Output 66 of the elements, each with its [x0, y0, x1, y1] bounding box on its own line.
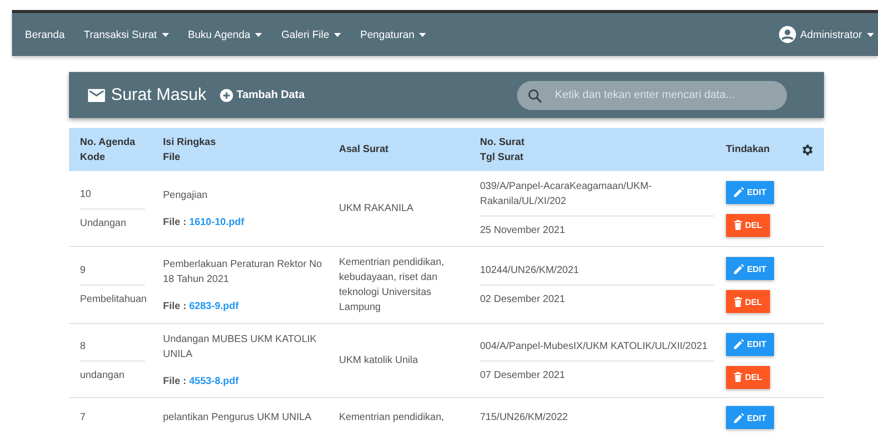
- letter-date: 25 November 2021: [480, 224, 566, 238]
- delete-button[interactable]: DEL: [726, 290, 770, 313]
- file-label: File : 1610-10.pdf: [163, 216, 246, 230]
- letter-number: 039/A/Panpel-AcaraKeagamaan/UKM-Rakanila/UL/XI/202: [480, 180, 653, 209]
- file-link[interactable]: 6283-9.pdf: [189, 300, 239, 312]
- agenda-number: 8: [80, 340, 86, 354]
- nav-menu-item[interactable]: Transaksi Surat: [84, 28, 169, 40]
- letter-date: 07 Desember 2021: [480, 368, 566, 382]
- nav-menu-item[interactable]: Beranda: [25, 28, 65, 40]
- edit-button[interactable]: EDIT: [726, 332, 774, 356]
- delete-button[interactable]: DEL: [726, 366, 770, 388]
- column-header: Tindakan: [726, 143, 771, 157]
- pencil-icon: [734, 339, 744, 349]
- letter-sender: UKM katolik Unila: [339, 354, 419, 368]
- page-title: Surat Masuk: [111, 85, 206, 105]
- letter-number: 10244/UN26/KM/2021: [480, 264, 580, 278]
- column-header: Asal Surat: [339, 143, 390, 157]
- pencil-icon: [734, 187, 744, 197]
- file-link[interactable]: 4553-8.pdf: [189, 376, 239, 387]
- nav-menu-item[interactable]: Buku Agenda: [188, 28, 262, 40]
- trash-icon: [734, 372, 742, 382]
- letter-summary: Undangan MUBES UKM KATOLIK UNILA: [163, 333, 318, 362]
- edit-button[interactable]: EDIT: [726, 180, 774, 204]
- letter-number: 715/UN26/KM/2022: [480, 411, 569, 425]
- letter-sender: UKM RAKANILA: [339, 202, 414, 216]
- column-header: No. Agenda Kode: [80, 136, 136, 164]
- caret-icon: [162, 32, 169, 36]
- letter-number: 004/A/Panpel-MubesIX/UKM KATOLIK/UL/XII/2021: [480, 340, 709, 354]
- caret-icon: [419, 32, 426, 36]
- letter-sender: Kementrian pendidikan, kebudayaan, riset dan teknologi Universitas Lampung: [339, 256, 446, 315]
- column-header: No. Surat Tgl Surat: [480, 136, 526, 164]
- letter-summary: Pengajian: [163, 188, 208, 202]
- letter-code: undangan: [80, 368, 124, 382]
- trash-icon: [734, 220, 742, 230]
- user-menu[interactable]: Administrator: [779, 26, 874, 43]
- agenda-number: 7: [80, 411, 86, 425]
- file-link[interactable]: 1610-10.pdf: [189, 216, 244, 228]
- letter-date: 02 Desember 2021: [480, 293, 566, 307]
- letter-code: Undangan: [80, 216, 126, 230]
- letter-code: Pembelitahuan: [80, 293, 147, 307]
- caret-icon: [255, 32, 262, 36]
- caret-icon: [334, 32, 342, 36]
- column-header: Isi Ringkas File: [163, 136, 217, 164]
- add-data-button[interactable]: Tambah Data: [220, 88, 305, 102]
- letter-summary: Pemberlakuan Peraturan Rektor No 18 Tahun 2021: [163, 258, 323, 286]
- nav-menu-item[interactable]: Galeri File: [281, 28, 342, 40]
- search-icon: [528, 88, 542, 102]
- agenda-number: 9: [80, 264, 86, 278]
- plus-circle-icon: [220, 88, 234, 102]
- user-avatar-icon: [779, 26, 796, 43]
- delete-button[interactable]: DEL: [726, 214, 770, 236]
- caret-icon: [867, 32, 874, 36]
- search-field[interactable]: Ketik dan tekan enter mencari data...: [517, 80, 787, 110]
- pencil-icon: [734, 264, 744, 274]
- settings-icon[interactable]: [800, 142, 814, 156]
- nav-menu-item[interactable]: Pengaturan: [360, 28, 426, 40]
- file-label: File : 4553-8.pdf: [163, 375, 240, 389]
- mail-icon: [88, 88, 105, 102]
- letter-sender: Kementrian pendidikan,: [339, 411, 446, 425]
- pencil-icon: [734, 412, 744, 422]
- agenda-number: 10: [80, 188, 92, 202]
- letter-summary: pelantikan Pengurus UKM UNILA: [163, 411, 312, 425]
- edit-button[interactable]: EDIT: [726, 257, 774, 280]
- file-label: File : 6283-9.pdf: [163, 300, 240, 314]
- edit-button[interactable]: EDIT: [726, 406, 774, 429]
- trash-icon: [734, 296, 742, 306]
